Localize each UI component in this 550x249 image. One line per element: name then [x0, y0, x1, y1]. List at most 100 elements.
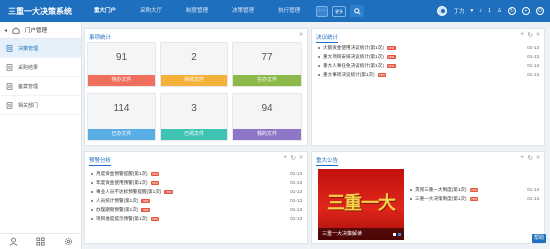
bullet-icon [91, 172, 93, 175]
expand-icon[interactable]: » [299, 31, 303, 38]
new-badge: new [386, 63, 396, 68]
item-text: 贯彻三重一大制度(第1次) [415, 186, 467, 192]
sidebar-item-departments[interactable]: 相关部门 [0, 96, 81, 115]
list-item[interactable]: 月度资金预警提醒(第1次) new 01-13 [91, 169, 302, 178]
new-badge: new [377, 72, 387, 77]
list-item[interactable]: 重大人事任免决议统计(第1次) new 01-13 [318, 61, 539, 70]
sidebar: ◂ 门户管理 决策管理 采购结果 备案管理 相关部门 [0, 22, 82, 249]
item-date: 01-13 [527, 63, 539, 68]
bullet-icon [91, 190, 93, 193]
item-date: 01-13 [527, 196, 539, 201]
item-text: 项目进度提示预警(第1次) [96, 215, 148, 221]
expand-icon[interactable]: » [299, 154, 303, 162]
power-icon[interactable]: ⏻ [536, 7, 544, 15]
item-text: 重大事项决议统计(第1次) [323, 71, 375, 77]
list-item[interactable]: 大额资金使用决议统计(第1次) new 01-13 [318, 43, 539, 52]
avatar[interactable] [437, 6, 448, 16]
panel-controls: + ↻ » [283, 154, 303, 162]
grid-icon[interactable] [36, 237, 46, 246]
sidebar-item-decision[interactable]: 决策管理 [0, 39, 81, 58]
item-date: 01-13 [527, 187, 539, 192]
list-item[interactable]: 人员统计预警(第1次) new 01-13 [91, 196, 302, 205]
add-icon[interactable]: + [522, 7, 530, 15]
list-item[interactable]: 重大事项决议统计(第1次) new 01-13 [318, 70, 539, 79]
item-date: 01-13 [527, 45, 539, 50]
notice-list: 贯彻三重一大制度(第1次) new 01-13 三重一大决策制度(第1次) new 01… [410, 185, 539, 203]
doc-icon [6, 63, 13, 71]
add-icon[interactable]: + [520, 154, 524, 162]
list-item[interactable]: 办理期限预警(第1次) new 01-13 [91, 205, 302, 214]
settings-icon[interactable] [64, 237, 73, 246]
collapse-icon[interactable]: ◂ [4, 27, 7, 34]
new-badge: new [164, 189, 174, 194]
add-icon[interactable]: + [283, 154, 287, 162]
tile-mine[interactable]: 94 我的文件 [232, 93, 302, 141]
decision-panel: 决议统计 + ↻ » 大额资金使用决议统计(第1次) new 01-13 重大项目安… [311, 28, 545, 146]
new-badge: new [386, 45, 396, 50]
item-text: 重大项目安排决议统计(第1次) [323, 53, 384, 59]
user-icon[interactable] [9, 237, 18, 246]
poster-title: 三重一大 [327, 193, 396, 214]
sidebar-item-label: 相关部门 [18, 102, 39, 109]
budget-panel: 预警分析 + ↻ » 月度资金预警提醒(第1次) new 01-13 年度资金使用预… [84, 151, 308, 244]
panel-title: 决议统计 [316, 35, 339, 43]
poster-caption: 三重一大决策解读 [318, 228, 404, 240]
doc-icon [6, 82, 13, 90]
list-item[interactable]: 重大项目安排决议统计(第1次) new 01-13 [318, 52, 539, 61]
tile-count: 94 [261, 103, 273, 114]
list-item[interactable]: 三重一大决策制度(第1次) new 01-13 [410, 194, 539, 203]
new-badge: new [386, 54, 396, 59]
sidebar-item-purchase-result[interactable]: 采购结果 [0, 58, 81, 77]
list-item[interactable]: 年度资金使用预警(第1次) new 01-13 [91, 178, 302, 187]
bullet-icon [318, 46, 320, 49]
bullet-icon [318, 55, 320, 58]
list-item[interactable]: 贯彻三重一大制度(第1次) new 01-13 [410, 185, 539, 194]
tile-count: 3 [191, 103, 197, 114]
refresh-icon[interactable]: ↻ [527, 154, 533, 162]
user-name[interactable]: 丁力 [453, 7, 464, 15]
notice-carousel[interactable]: 三重一大 三重一大决策解读 [318, 169, 404, 240]
more-menu-button[interactable]: ··· [316, 5, 329, 17]
tile-label: 待办文件 [88, 75, 155, 86]
list-item[interactable]: 事业人员不达标预警提醒(第1次) new 01-13 [91, 187, 302, 196]
expand-icon[interactable]: » [536, 154, 540, 162]
nav-item-decision[interactable]: 决策管理 [220, 0, 266, 22]
nav-item-portal[interactable]: 重大门户 [82, 0, 128, 22]
panel-title: 重大公告 [316, 158, 339, 166]
bullet-icon [91, 199, 93, 202]
tile-done[interactable]: 114 已办文件 [87, 93, 156, 141]
sidebar-item-filing[interactable]: 备案管理 [0, 77, 81, 96]
bell-icon[interactable]: ♪ [479, 8, 482, 14]
tile-read[interactable]: 3 已阅文件 [160, 93, 228, 141]
tile-in-progress[interactable]: 77 在办文件 [232, 42, 302, 87]
refresh-icon[interactable]: ↻ [508, 7, 516, 15]
refresh-icon[interactable]: ↻ [527, 31, 533, 39]
item-date: 01-13 [290, 180, 302, 185]
main-nav: 重大门户 采购大厅 制度管理 决策管理 执行管理 ··· 更多 [82, 0, 365, 22]
list-item[interactable]: 项目进度提示预警(第1次) new 01-13 [91, 214, 302, 223]
item-text: 月度资金预警提醒(第1次) [96, 170, 148, 176]
person-icon[interactable]: ♙ [497, 8, 502, 14]
tile-to-read[interactable]: 2 待阅文件 [160, 42, 228, 87]
bullet-icon [91, 217, 93, 220]
home-icon [12, 26, 20, 34]
refresh-icon[interactable]: ↻ [290, 154, 296, 162]
nav-item-purchase[interactable]: 采购大厅 [128, 0, 174, 22]
tile-count: 114 [113, 103, 130, 114]
help-float-button[interactable]: 帮助 [532, 234, 546, 243]
expand-icon[interactable]: » [536, 31, 540, 39]
item-date: 01-13 [290, 216, 302, 221]
nav-item-execution[interactable]: 执行管理 [266, 0, 312, 22]
add-icon[interactable]: + [520, 31, 524, 39]
tile-todo[interactable]: 91 待办文件 [87, 42, 156, 87]
user-caret-icon[interactable]: ▾ [470, 8, 473, 14]
user-area: 丁力 ▾ ♪ 1 ♙ ↻ + ⏻ [437, 0, 544, 22]
carousel-dot[interactable] [398, 233, 401, 236]
nav-item-rules[interactable]: 制度管理 [174, 0, 220, 22]
search-button[interactable] [350, 5, 365, 17]
decision-list: 大额资金使用决议统计(第1次) new 01-13 重大项目安排决议统计(第1次) n… [318, 43, 539, 79]
carousel-dot[interactable] [393, 233, 396, 236]
search-icon [353, 7, 361, 15]
message-count[interactable]: 1 [488, 8, 491, 14]
misc-button[interactable]: 更多 [332, 5, 347, 17]
